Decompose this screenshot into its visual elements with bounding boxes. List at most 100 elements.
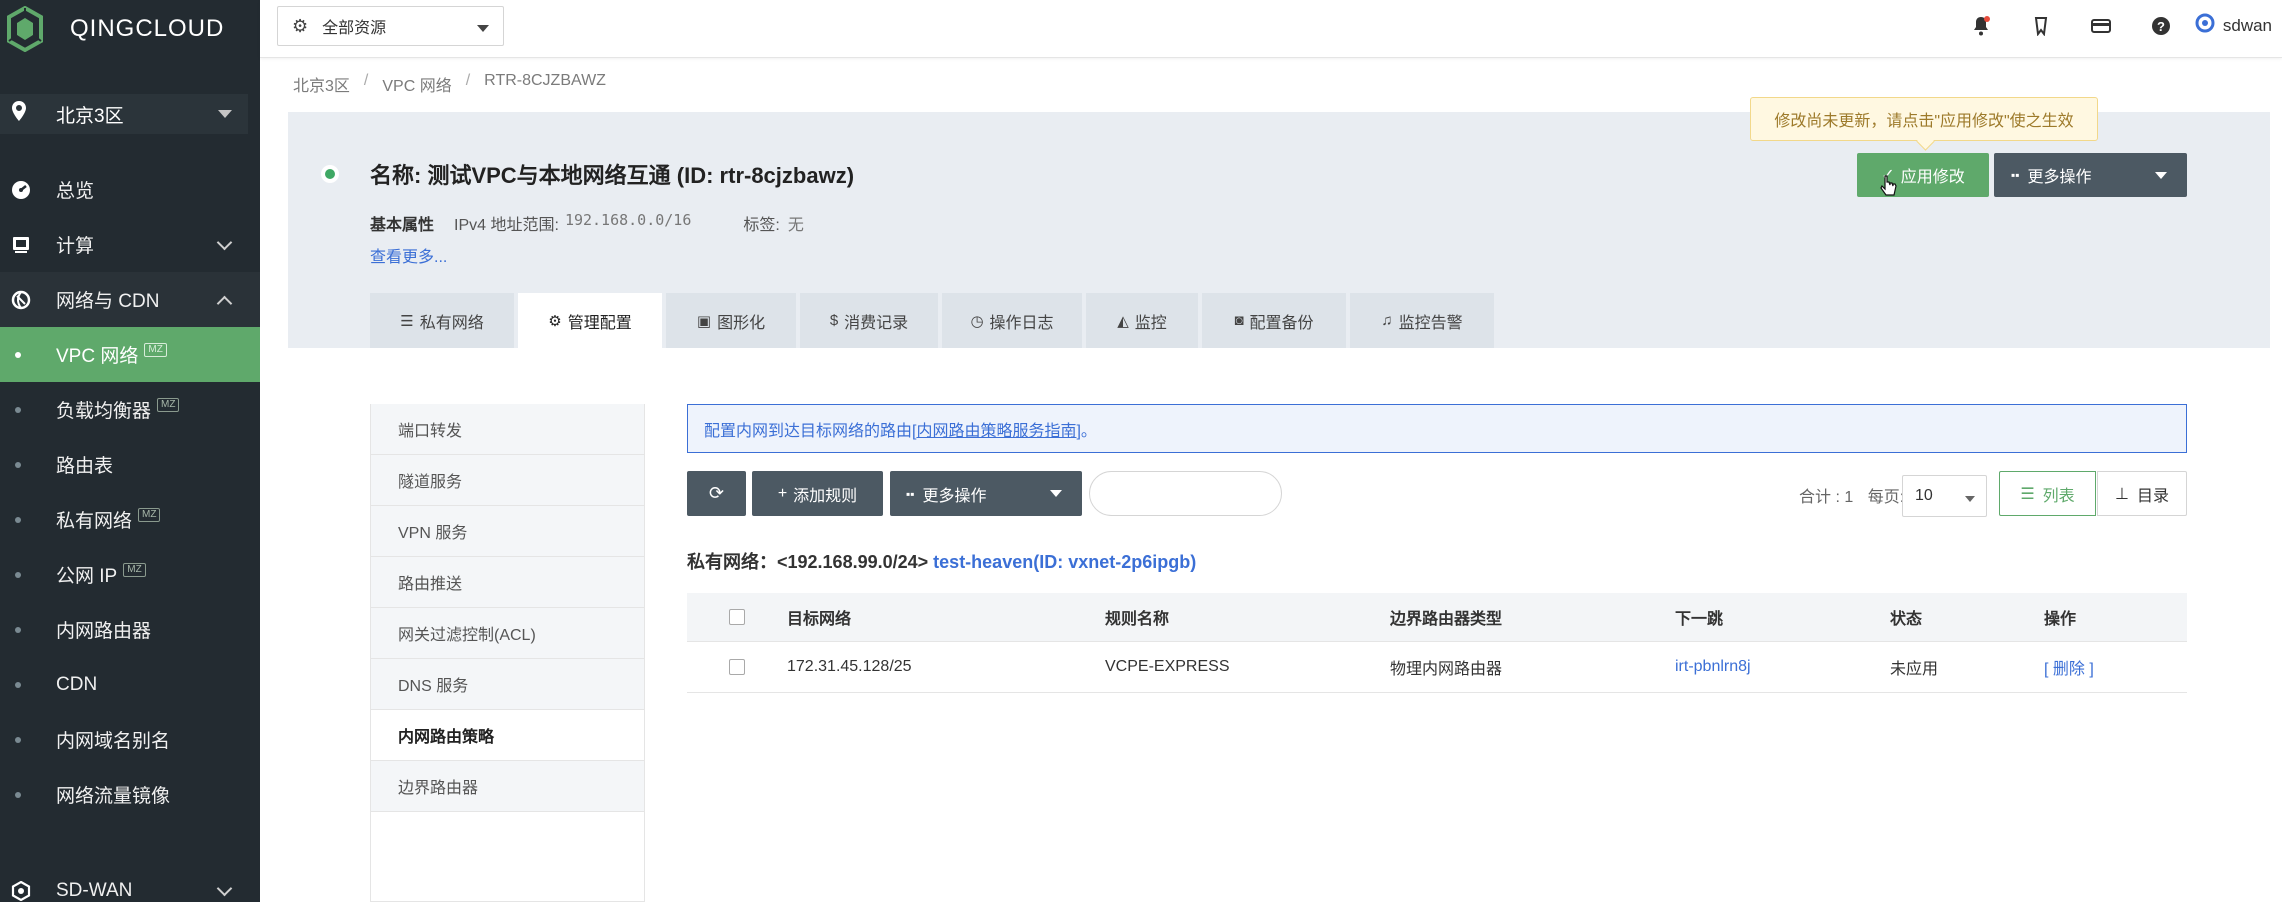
submenu-dns[interactable]: DNS 服务 xyxy=(371,659,644,710)
more-actions-label: 更多操作 xyxy=(2027,169,2092,186)
breadcrumb: 北京3区 / VPC 网络 / RTR-8CJZBAWZ xyxy=(293,72,606,96)
bookmark-icon[interactable] xyxy=(2011,16,2071,36)
sidebar-item-label: 路由表 xyxy=(56,456,114,477)
sdwan-icon xyxy=(10,880,32,902)
breadcrumb-separator: / xyxy=(363,72,369,89)
add-rule-button[interactable]: + 添加规则 xyxy=(752,471,883,516)
info-banner: 配置内网到达目标网络的路由[ 内网路由策略服务指南 ]。 xyxy=(687,404,2187,453)
sidebar-item-lb[interactable]: 负载均衡器 MZ xyxy=(0,382,260,437)
brand-logo[interactable]: QINGCLOUD xyxy=(0,0,260,58)
nav-overview-label: 总览 xyxy=(56,181,95,202)
cell-next-hop-link[interactable]: irt-pbnlrn8j xyxy=(1675,658,1890,676)
refresh-icon: ⟳ xyxy=(708,483,725,503)
submenu-vpn[interactable]: VPN 服务 xyxy=(371,506,644,557)
refresh-button[interactable]: ⟳ xyxy=(687,471,746,516)
help-icon[interactable]: ? xyxy=(2131,16,2191,36)
network-link[interactable]: test-heaven(ID: vxnet-2p6ipgb) xyxy=(933,552,1196,572)
per-page-select[interactable]: 10 xyxy=(1902,475,1987,517)
sidebar-item-label: 私有网络 xyxy=(56,511,133,532)
view-list-button[interactable]: ☰ 列表 xyxy=(1999,471,2096,516)
sidebar-item-traffic-mirror[interactable]: 网络流量镜像 xyxy=(0,767,260,822)
image-icon: ▣ xyxy=(696,312,712,330)
delete-link[interactable]: [ 删除 ] xyxy=(2044,655,2187,679)
grid-icon: ▪▪ xyxy=(2011,168,2020,182)
rule-more-actions-button[interactable]: ▪▪ 更多操作 xyxy=(890,471,1082,516)
cogs-icon: ⚙ xyxy=(548,312,562,330)
breadcrumb-separator: / xyxy=(465,72,471,89)
tab-billing[interactable]: $ 消费记录 xyxy=(800,293,938,348)
sidebar-item-label: CDN xyxy=(56,673,98,695)
breadcrumb-current: RTR-8CJZBAWZ xyxy=(484,72,606,89)
sidebar-item-route-table[interactable]: 路由表 xyxy=(0,437,260,492)
row-checkbox[interactable] xyxy=(729,659,745,675)
location-pin-icon xyxy=(12,101,28,127)
submenu-border-router[interactable]: 边界路由器 xyxy=(371,761,644,812)
sidebar-item-label: 公网 IP xyxy=(56,566,118,587)
search-input[interactable] xyxy=(1089,471,1282,516)
resource-title: 名称: 测试VPC与本地网络互通 (ID: rtr-8cjzbawz) xyxy=(370,163,855,188)
select-all-checkbox[interactable] xyxy=(729,609,745,625)
camera-icon: ◙ xyxy=(1234,312,1244,329)
bullet-icon xyxy=(15,681,21,688)
card-icon[interactable] xyxy=(2071,18,2131,34)
nav-compute[interactable]: 计算 xyxy=(0,217,260,272)
clock-icon: ◷ xyxy=(970,312,984,330)
cell-status: 未应用 xyxy=(1890,661,1939,678)
sidebar-item-eip[interactable]: 公网 IP MZ xyxy=(0,547,260,602)
dollar-icon: $ xyxy=(829,312,839,329)
tab-operation-log[interactable]: ◷ 操作日志 xyxy=(942,293,1082,348)
sidebar-item-vpc[interactable]: VPC 网络 MZ xyxy=(0,327,260,382)
view-directory-button[interactable]: ⊥ 目录 xyxy=(2097,471,2187,516)
list-icon: ☰ xyxy=(400,312,414,330)
guide-link[interactable]: 内网路由策略服务指南 xyxy=(916,417,1076,441)
top-bar: ⚙ 全部资源 ? sdwan xyxy=(260,0,2282,58)
network-cidr: <192.168.99.0/24> xyxy=(777,552,929,572)
basic-attributes: 基本属性 IPv4 地址范围: 192.168.0.0/16 标签: 无 xyxy=(370,211,804,235)
config-submenu: 端口转发 隧道服务 VPN 服务 路由推送 网关过滤控制(ACL) DNS 服务… xyxy=(370,404,645,902)
region-selector[interactable]: 北京3区 xyxy=(0,94,248,134)
network-icon xyxy=(10,289,32,311)
cell-target: 172.31.45.128/25 xyxy=(787,658,912,675)
nav-overview[interactable]: 总览 xyxy=(0,162,260,217)
apply-changes-button[interactable]: ✓ 应用修改 xyxy=(1857,153,1989,197)
tab-private-network[interactable]: ☰ 私有网络 xyxy=(370,293,514,348)
tab-graphic[interactable]: ▣ 图形化 xyxy=(666,293,796,348)
submenu-route-policy[interactable]: 内网路由策略 xyxy=(371,710,644,761)
tab-label: 图形化 xyxy=(717,314,766,332)
sidebar: QINGCLOUD 北京3区 总览 计算 网络与 CDN VPC 网络 MZ 负 xyxy=(0,0,260,902)
sidebar-item-internal-router[interactable]: 内网路由器 xyxy=(0,602,260,657)
see-more-link[interactable]: 查看更多... xyxy=(370,243,447,267)
info-suffix: ]。 xyxy=(1076,422,1097,440)
submenu-tunnel[interactable]: 隧道服务 xyxy=(371,455,644,506)
user-menu[interactable]: sdwan xyxy=(2195,13,2272,39)
sidebar-item-dns-alias[interactable]: 内网域名别名 xyxy=(0,712,260,767)
mz-badge: MZ xyxy=(138,507,161,522)
submenu-port-forwarding[interactable]: 端口转发 xyxy=(371,404,644,455)
bell-icon[interactable] xyxy=(1951,16,2011,36)
tab-config-backup[interactable]: ◙ 配置备份 xyxy=(1202,293,1346,348)
mz-badge: MZ xyxy=(123,562,146,577)
chevron-down-icon xyxy=(216,880,233,897)
tab-label: 管理配置 xyxy=(567,314,632,332)
list-icon: ☰ xyxy=(2020,485,2035,503)
nav-sdwan[interactable]: SD-WAN xyxy=(0,863,260,902)
apply-changes-label: 应用修改 xyxy=(1900,169,1965,186)
tab-alarms[interactable]: ♫ 监控告警 xyxy=(1350,293,1494,348)
resource-select[interactable]: ⚙ 全部资源 xyxy=(277,6,504,46)
attr-heading: 基本属性 xyxy=(370,217,435,234)
sidebar-item-vxnet[interactable]: 私有网络 MZ xyxy=(0,492,260,547)
more-actions-button[interactable]: ▪▪ 更多操作 xyxy=(1994,153,2187,197)
chevron-up-icon xyxy=(216,295,233,312)
breadcrumb-region[interactable]: 北京3区 xyxy=(293,72,350,96)
tab-management[interactable]: ⚙ 管理配置 xyxy=(518,293,662,348)
submenu-acl[interactable]: 网关过滤控制(ACL) xyxy=(371,608,644,659)
breadcrumb-vpc[interactable]: VPC 网络 xyxy=(382,72,451,96)
sidebar-item-cdn[interactable]: CDN xyxy=(0,657,260,712)
info-prefix: 配置内网到达目标网络的路由[ xyxy=(704,422,917,440)
sidebar-item-label: 网络流量镜像 xyxy=(56,786,171,807)
tag-value: 无 xyxy=(787,217,804,234)
tab-monitoring[interactable]: ◭ 监控 xyxy=(1086,293,1198,348)
submenu-route-push[interactable]: 路由推送 xyxy=(371,557,644,608)
view-dir-label: 目录 xyxy=(2136,487,2169,505)
nav-network-cdn[interactable]: 网络与 CDN xyxy=(0,272,260,327)
